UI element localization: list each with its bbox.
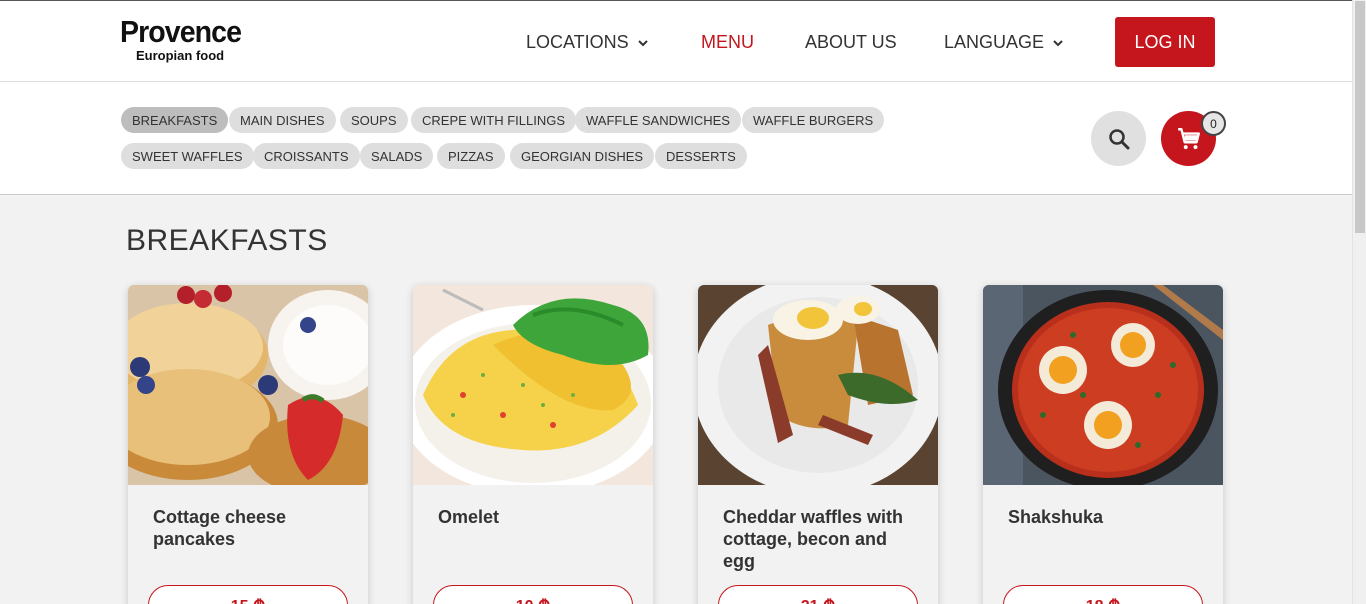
price-button[interactable]: 15 ₾ xyxy=(148,585,348,604)
nav-locations-label: LOCATIONS xyxy=(526,32,629,52)
product-name: Shakshuka xyxy=(1008,507,1104,527)
chevron-down-icon xyxy=(637,39,648,46)
chevron-down-icon xyxy=(1053,39,1063,46)
category-chip-georgian-dishes[interactable]: GEORGIAN DISHES xyxy=(510,143,655,169)
category-chip-soups[interactable]: SOUPS xyxy=(340,107,408,133)
page-scrollbar[interactable] xyxy=(1352,0,1366,604)
nav-about-label: ABOUT US xyxy=(805,32,897,52)
category-chip-sweet-waffles[interactable]: SWEET WAFFLES xyxy=(121,143,254,169)
product-name: Cottage cheese pancakes xyxy=(153,507,287,549)
section-title: BREAKFASTS xyxy=(126,224,328,257)
nav-language-label: LANGUAGE xyxy=(944,32,1045,52)
search-button[interactable] xyxy=(1091,111,1146,166)
logo-subtitle: Europian food xyxy=(136,48,225,63)
cart-count-badge: 0 xyxy=(1201,111,1226,136)
product-image-pancakes[interactable] xyxy=(128,285,368,485)
scrollbar-thumb[interactable] xyxy=(1355,1,1365,233)
product-image-cheddar-waffles[interactable] xyxy=(698,285,938,485)
product-name: Cheddar waffles with cottage, becon and … xyxy=(723,507,904,571)
product-name: Omelet xyxy=(438,507,500,527)
search-icon xyxy=(1108,128,1129,149)
category-chip-desserts[interactable]: DESSERTS xyxy=(655,143,747,169)
category-chip-waffle-burgers[interactable]: WAFFLE BURGERS xyxy=(742,107,885,133)
nav-menu-label: MENU xyxy=(701,32,754,52)
product-card[interactable]: Cottage cheese pancakes 15 ₾ xyxy=(128,285,368,604)
nav-about-us[interactable]: ABOUT US xyxy=(805,32,897,53)
site-header: Provence Europian food LOCATIONS MENU AB… xyxy=(0,0,1352,82)
logo-title: Provence xyxy=(120,14,242,49)
category-chip-croissants[interactable]: CROISSANTS xyxy=(253,143,360,169)
category-chip-breakfasts[interactable]: BREAKFASTS xyxy=(121,107,229,133)
product-image-shakshuka[interactable] xyxy=(983,285,1223,485)
price-button[interactable]: 10 ₾ xyxy=(433,585,633,604)
category-chip-waffle-sandwiches[interactable]: WAFFLE SANDWICHES xyxy=(575,107,741,133)
logo[interactable]: Provence Europian food xyxy=(120,15,252,63)
product-card[interactable]: Cheddar waffles with cottage, becon and … xyxy=(698,285,938,604)
price-button[interactable]: 21 ₾ xyxy=(718,585,918,604)
nav-language[interactable]: LANGUAGE xyxy=(944,32,1064,53)
category-bar xyxy=(0,82,1352,195)
category-chip-main-dishes[interactable]: MAIN DISHES xyxy=(229,107,336,133)
price-button[interactable]: 18 ₾ xyxy=(1003,585,1203,604)
category-chip-salads[interactable]: SALADS xyxy=(360,143,434,169)
product-image-omelet[interactable] xyxy=(413,285,653,485)
nav-locations[interactable]: LOCATIONS xyxy=(526,32,649,53)
category-chip-crepe-with-fillings[interactable]: CREPE WITH FILLINGS xyxy=(411,107,577,133)
category-chip-pizzas[interactable]: PIZZAS xyxy=(437,143,505,169)
cart-icon xyxy=(1177,127,1200,149)
nav-menu[interactable]: MENU xyxy=(701,32,754,53)
login-button[interactable]: LOG IN xyxy=(1115,17,1215,67)
product-card[interactable]: Omelet 10 ₾ xyxy=(413,285,653,604)
product-card[interactable]: Shakshuka 18 ₾ xyxy=(983,285,1223,604)
